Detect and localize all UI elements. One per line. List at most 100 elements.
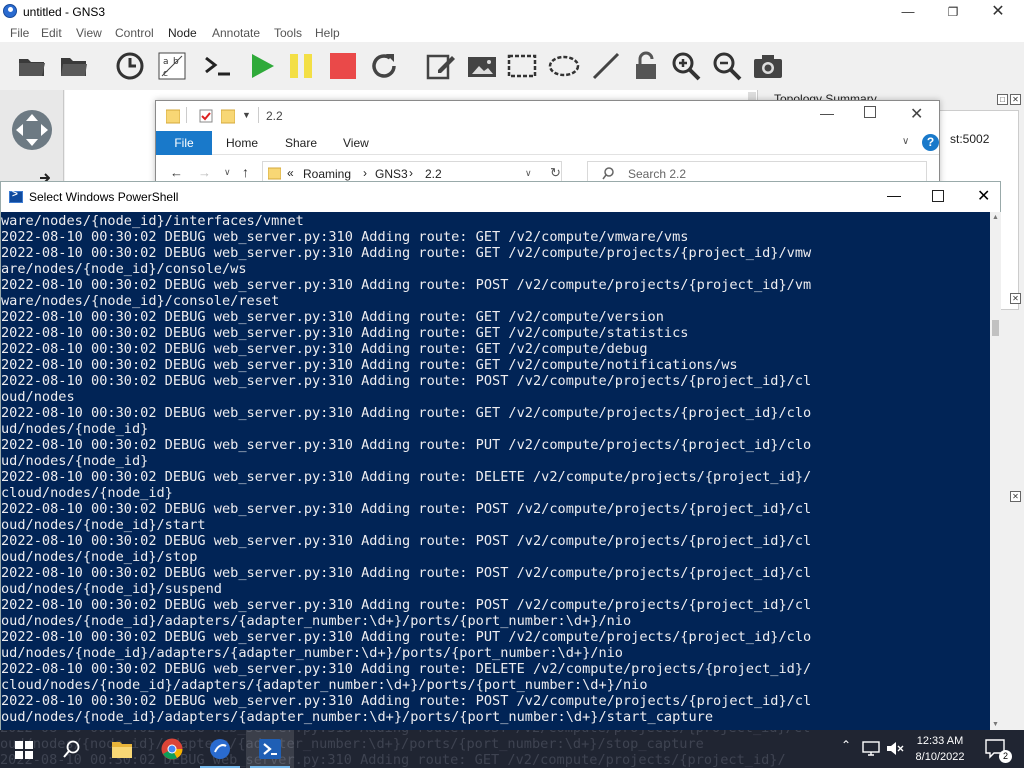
powershell-window: Select Windows PowerShell — ✕ ware/nodes…: [0, 181, 1001, 730]
menu-node[interactable]: Node: [168, 26, 197, 40]
open-folder-icon[interactable]: [58, 50, 90, 82]
scroll-down-icon[interactable]: ▼: [990, 719, 1001, 730]
unlock-icon[interactable]: [630, 50, 662, 82]
volume-muted-icon[interactable]: [886, 741, 904, 756]
router-device-icon[interactable]: [10, 108, 54, 152]
console-line: 2022-08-10 00:30:02 DEBUG web_server.py:…: [1, 501, 812, 517]
restore-icon[interactable]: ❐: [931, 2, 975, 22]
ribbon-tab-file[interactable]: File: [156, 131, 212, 155]
dock-close-icon[interactable]: ✕: [1010, 293, 1021, 304]
menu-control[interactable]: Control: [115, 26, 154, 40]
console-line: 2022-08-10 00:30:02 DEBUG web_server.py:…: [1, 629, 812, 645]
reload-all-icon[interactable]: [368, 50, 400, 82]
notification-count-badge: 2: [999, 750, 1012, 763]
powershell-close-icon[interactable]: ✕: [977, 186, 990, 206]
close-icon[interactable]: ✕: [976, 2, 1020, 22]
suspend-all-icon[interactable]: [286, 50, 318, 82]
new-folder-icon[interactable]: [221, 108, 235, 124]
explorer-maximize-icon[interactable]: [864, 106, 876, 118]
menu-edit[interactable]: Edit: [41, 26, 62, 40]
console-line: ud/nodes/{node_id}: [1, 421, 149, 437]
forward-arrow-icon[interactable]: →: [198, 165, 211, 180]
start-all-icon[interactable]: [246, 50, 278, 82]
menu-help[interactable]: Help: [315, 26, 340, 40]
console-line: 2022-08-10 00:30:02 DEBUG web_server.py:…: [1, 325, 689, 341]
show-hidden-icons-icon[interactable]: ⌃: [841, 738, 851, 752]
zoom-in-icon[interactable]: [670, 50, 702, 82]
insert-picture-icon[interactable]: [466, 50, 498, 82]
menu-annotate[interactable]: Annotate: [212, 26, 260, 40]
ribbon-expand-icon[interactable]: ∨: [902, 136, 909, 147]
breadcrumb-item[interactable]: Roaming: [303, 167, 351, 181]
device-labels-icon[interactable]: abc: [156, 50, 188, 82]
console-line: 2022-08-10 00:30:02 DEBUG web_server.py:…: [1, 661, 812, 677]
console-line: 2022-08-10 00:30:02 DEBUG web_server.py:…: [1, 373, 812, 389]
menu-view[interactable]: View: [76, 26, 102, 40]
powershell-maximize-icon[interactable]: [932, 190, 944, 202]
console-line: 2022-08-10 00:30:02 DEBUG web_server.py:…: [1, 597, 812, 613]
clock-time: 12:33 AM: [916, 735, 964, 747]
search-icon[interactable]: [63, 740, 81, 758]
console-scrollbar[interactable]: ▲ ▼: [990, 212, 1001, 730]
zoom-out-icon[interactable]: [711, 50, 743, 82]
ribbon-tab-share[interactable]: Share: [285, 136, 317, 150]
draw-rectangle-icon[interactable]: [506, 50, 538, 82]
powershell-minimize-icon[interactable]: —: [887, 187, 901, 203]
add-note-icon[interactable]: [424, 50, 456, 82]
dock-close-icon[interactable]: ✕: [1010, 94, 1021, 105]
console-line: are/nodes/{node_id}/console/ws: [1, 261, 247, 277]
up-arrow-icon[interactable]: ↑: [242, 164, 249, 180]
back-arrow-icon[interactable]: ←: [170, 165, 183, 180]
quick-access-dropdown-icon[interactable]: ▼: [242, 110, 251, 120]
console-line: oud/nodes: [1, 389, 75, 405]
menu-tools[interactable]: Tools: [274, 26, 302, 40]
taskbar: 2022-08-10 00:30:02 DEBUG web_server.py:…: [0, 730, 1024, 768]
explorer-close-icon[interactable]: ✕: [910, 104, 923, 124]
minimize-icon[interactable]: —: [886, 2, 930, 22]
gns3-taskbar-button[interactable]: [196, 730, 244, 768]
address-dropdown-icon[interactable]: ∨: [525, 168, 532, 179]
stop-all-icon[interactable]: [327, 50, 359, 82]
network-icon[interactable]: [862, 741, 880, 756]
dock-close-icon[interactable]: ✕: [1010, 491, 1021, 502]
windows-start-icon[interactable]: [15, 741, 33, 759]
ribbon-tab-view[interactable]: View: [343, 136, 369, 150]
gns3-logo-icon: [3, 4, 17, 18]
console-icon[interactable]: [202, 50, 234, 82]
screenshot-camera-icon[interactable]: [752, 50, 784, 82]
console-line: 2022-08-10 00:30:02 DEBUG web_server.py:…: [1, 693, 812, 709]
powershell-title-bar: Select Windows PowerShell — ✕: [1, 182, 1000, 212]
open-project-icon[interactable]: [16, 50, 48, 82]
breadcrumb-item[interactable]: GNS3: [375, 167, 408, 181]
explorer-title: 2.2: [266, 109, 283, 123]
snapshot-clock-icon[interactable]: [114, 50, 146, 82]
system-clock[interactable]: 12:33 AM 8/10/2022: [910, 733, 970, 765]
console-output[interactable]: ware/nodes/{node_id}/interfaces/vmnet 202…: [1, 212, 990, 730]
breadcrumb-separator: ›: [409, 166, 413, 180]
explorer-ribbon: File Home Share View ∨ ?: [156, 131, 939, 155]
console-text: ware/nodes/{node_id}/interfaces/vmnet 202…: [1, 213, 811, 725]
svg-text:a: a: [163, 57, 169, 67]
draw-ellipse-icon[interactable]: [548, 50, 580, 82]
file-explorer-window: ▼ 2.2 — ✕ File Home Share View ∨ ? ← → ∨…: [155, 100, 940, 192]
console-line: 2022-08-10 00:30:02 DEBUG web_server.py:…: [1, 229, 689, 245]
recent-locations-icon[interactable]: ∨: [224, 167, 231, 178]
console-line: 2022-08-10 00:30:02 DEBUG web_server.py:…: [1, 533, 812, 549]
scroll-thumb[interactable]: [992, 320, 999, 336]
draw-line-icon[interactable]: [590, 50, 622, 82]
ribbon-tab-home[interactable]: Home: [226, 136, 258, 150]
scroll-up-icon[interactable]: ▲: [990, 212, 1001, 223]
help-icon[interactable]: ?: [922, 134, 939, 151]
properties-check-icon[interactable]: [199, 109, 213, 123]
menu-file[interactable]: File: [10, 26, 29, 40]
file-explorer-taskbar-button[interactable]: [98, 730, 146, 768]
dock-float-icon[interactable]: □: [997, 94, 1008, 105]
file-explorer-icon: [112, 742, 132, 758]
refresh-icon[interactable]: ↻: [550, 165, 561, 181]
explorer-minimize-icon[interactable]: —: [820, 105, 834, 121]
chrome-taskbar-button[interactable]: [148, 730, 196, 768]
powershell-taskbar-button[interactable]: [246, 730, 294, 768]
breadcrumb-item[interactable]: 2.2: [425, 167, 442, 181]
search-icon: [602, 167, 614, 180]
console-line: ud/nodes/{node_id}: [1, 453, 149, 469]
